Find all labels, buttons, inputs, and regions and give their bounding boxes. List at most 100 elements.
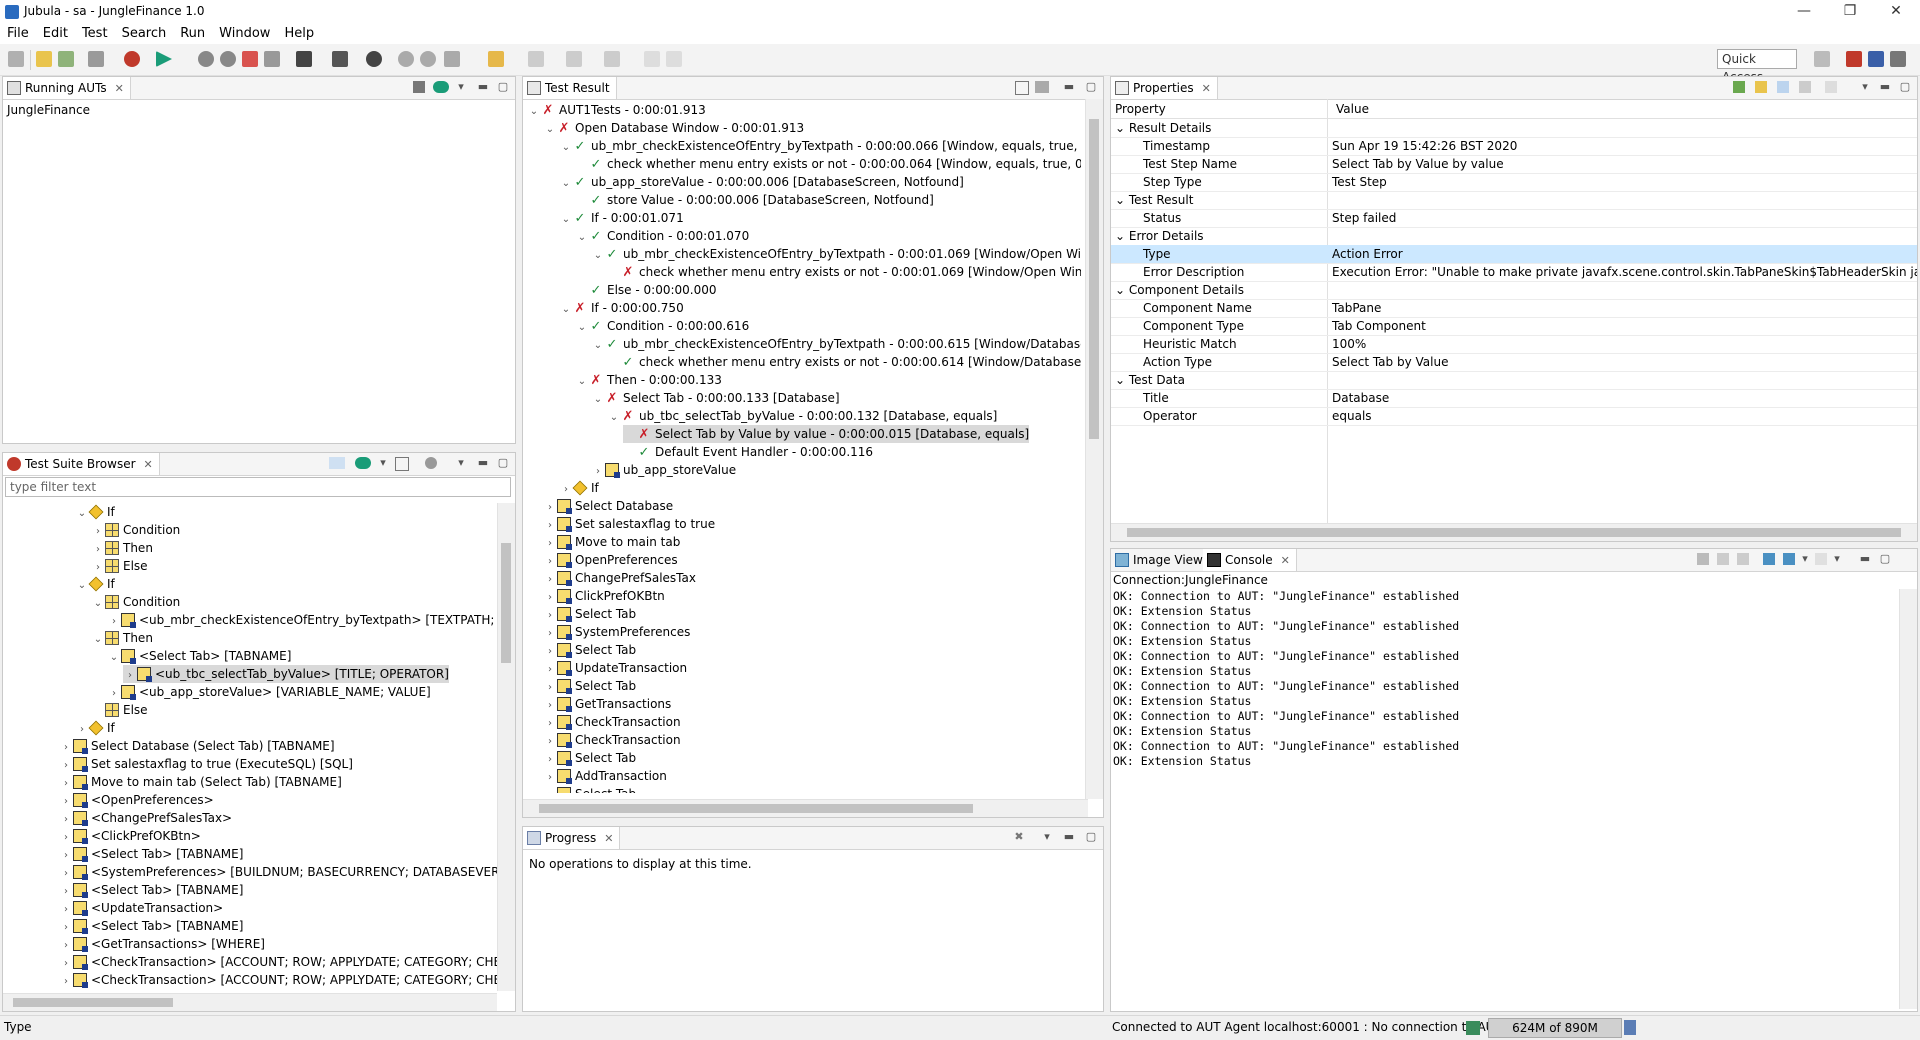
collapse-arrow-icon[interactable]: ⌄ <box>75 505 89 523</box>
tree-row[interactable]: ✗ check whether menu entry exists or not … <box>607 263 1081 281</box>
collapse-all-icon[interactable] <box>1015 81 1029 95</box>
record-icon[interactable] <box>264 51 280 67</box>
open-console-icon[interactable] <box>1815 553 1827 565</box>
quick-access-input[interactable]: Quick Access <box>1717 49 1797 84</box>
tree-row[interactable]: ⌄ ✓ ub_app_storeValue - 0:00:00.006 [Datab… <box>559 173 964 191</box>
scrollbar-thumb[interactable] <box>13 998 173 1007</box>
property-group-row[interactable]: ⌄ Result Details <box>1111 119 1917 138</box>
pin-icon[interactable] <box>1733 81 1745 93</box>
open-perspective-icon[interactable] <box>1814 51 1830 67</box>
filter-icon[interactable] <box>1799 81 1811 93</box>
tree-row[interactable]: › <Select Tab> [TABNAME] <box>59 881 243 899</box>
tree-row[interactable]: ›Select Tab <box>543 605 636 623</box>
minimize-view-icon[interactable]: ▬ <box>1879 81 1891 93</box>
tree-row[interactable]: › <ClickPrefOKBtn> <box>59 827 201 845</box>
property-row[interactable]: Type Action Error <box>1111 245 1917 264</box>
tree-row[interactable]: › CheckTransaction <box>543 731 681 749</box>
minimize-view-icon[interactable]: ▬ <box>1063 81 1075 93</box>
property-row[interactable]: Timestamp Sun Apr 19 15:42:26 BST 2020 <box>1111 137 1917 156</box>
column-header-value[interactable]: Value <box>1336 99 1369 119</box>
tab-test-suite-browser[interactable]: Test Suite Browser ✕ <box>3 453 160 475</box>
tree-row[interactable]: › Move to main tab <box>543 533 680 551</box>
filter-input[interactable]: type filter text <box>5 477 511 497</box>
clear-icon[interactable] <box>242 51 258 67</box>
menu-run[interactable]: Run <box>173 24 212 44</box>
collapse-arrow-icon[interactable]: ⌄ <box>91 595 105 613</box>
minimize-view-icon[interactable]: ▬ <box>1063 831 1075 843</box>
dropdown-icon[interactable]: ▾ <box>1799 553 1811 565</box>
collapse-arrow-icon[interactable]: ⌄ <box>91 631 105 649</box>
search-icon[interactable] <box>444 51 460 67</box>
minimize-view-icon[interactable]: ▬ <box>1859 553 1871 565</box>
property-row[interactable]: Test Step Name Select Tab by Value by val… <box>1111 155 1917 174</box>
tree-row[interactable]: › OpenPreferences <box>543 551 678 569</box>
tree-row[interactable]: › Set salestaxflag to true <box>543 515 715 533</box>
property-row[interactable]: Operator equals <box>1111 407 1917 426</box>
tree-row[interactable]: ⌄ ✗ Open Database Window - 0:00:01.913 <box>543 119 804 137</box>
undo-icon[interactable] <box>644 51 660 67</box>
forward-arrow-icon[interactable] <box>566 51 582 67</box>
close-window-button[interactable]: ✕ <box>1873 0 1919 24</box>
maximize-view-icon[interactable]: ▢ <box>497 81 509 93</box>
menu-file[interactable]: File <box>0 24 36 44</box>
property-row[interactable]: Error Description Execution Error: "Unabl… <box>1111 263 1917 282</box>
collapse-arrow-icon[interactable]: ⌄ <box>543 121 557 139</box>
property-group-row[interactable]: ⌄ Component Details <box>1111 281 1917 300</box>
tab-test-result[interactable]: Test Result <box>523 77 617 99</box>
tree-row[interactable]: ⌄ ✗ Select Tab - 0:00:00.133 [Database] <box>591 389 840 407</box>
tree-row[interactable]: › Then <box>91 539 153 557</box>
next-arrow-icon[interactable] <box>604 51 620 67</box>
minimize-view-icon[interactable]: ▬ <box>477 81 489 93</box>
pin-console-icon[interactable] <box>1763 553 1775 565</box>
tree-row[interactable]: › <CheckTransaction> [ACCOUNT; ROW; APPLY… <box>59 953 497 971</box>
view-menu-icon[interactable]: ▾ <box>455 457 467 469</box>
tree-row[interactable]: › SystemPreferences <box>543 623 690 641</box>
tree-row[interactable]: › ClickPrefOKBtn <box>543 587 665 605</box>
tab-console[interactable]: Console ✕ <box>1203 549 1297 571</box>
tree-row[interactable]: ⌄ ✓ If - 0:00:01.071 <box>559 209 684 227</box>
minimize-button[interactable]: — <box>1781 0 1827 24</box>
view-menu-icon[interactable]: ▾ <box>1859 81 1871 93</box>
property-group-row[interactable]: ⌄ Test Result <box>1111 191 1917 210</box>
vertical-scrollbar[interactable] <box>497 503 515 991</box>
tree-row[interactable]: ⌄ If <box>75 575 115 593</box>
tree-row[interactable]: › <Select Tab> [TABNAME] <box>59 845 243 863</box>
close-icon[interactable]: ✕ <box>1202 82 1211 95</box>
property-row[interactable]: Heuristic Match 100% <box>1111 335 1917 354</box>
edit-icon[interactable] <box>58 51 74 67</box>
tree-row[interactable]: ⌄ Then <box>91 629 153 647</box>
save-icon[interactable] <box>8 51 24 67</box>
tree-row[interactable]: ⌄ ✗ If - 0:00:00.750 <box>559 299 684 317</box>
collapse-arrow-icon[interactable]: ⌄ <box>575 229 589 247</box>
tree-row[interactable]: ›Select Tab <box>543 641 636 659</box>
close-icon[interactable]: ✕ <box>115 82 124 95</box>
tree-row[interactable]: ⌄ <Select Tab> [TABNAME] <box>107 647 291 665</box>
heap-status[interactable]: 624M of 890M <box>1488 1018 1622 1038</box>
report-perspective-icon[interactable] <box>1890 51 1906 67</box>
tree-row[interactable]: › UpdateTransaction <box>543 659 687 677</box>
list-item[interactable]: JungleFinance <box>7 101 90 119</box>
tree-row[interactable]: › <Select Tab> [TABNAME] <box>59 917 243 935</box>
menu-search[interactable]: Search <box>115 24 174 44</box>
property-row[interactable]: Status Step failed <box>1111 209 1917 228</box>
vertical-scrollbar[interactable] <box>1899 589 1917 1009</box>
collapse-all-icon[interactable] <box>395 457 409 471</box>
object-mapping-icon[interactable] <box>296 51 312 67</box>
tree-row[interactable]: ⌄ If <box>75 503 115 521</box>
check-mode-icon[interactable] <box>332 51 348 67</box>
menu-edit[interactable]: Edit <box>36 24 75 44</box>
pause-icon[interactable] <box>198 51 214 67</box>
tree-row[interactable]: ⌄ ✓ Condition - 0:00:00.616 <box>575 317 749 335</box>
scrollbar-thumb[interactable] <box>1089 119 1099 439</box>
property-row[interactable]: Component Type Tab Component <box>1111 317 1917 336</box>
tree-row[interactable]: ›Select Tab <box>543 785 636 793</box>
vertical-scrollbar[interactable] <box>1085 99 1103 799</box>
property-row[interactable]: Action Type Select Tab by Value <box>1111 353 1917 372</box>
tree-row[interactable]: › ChangePrefSalesTax <box>543 569 696 587</box>
tree-row[interactable]: › <ub_mbr_checkExistenceOfEntry_byTextpat… <box>107 611 497 629</box>
layout-icon[interactable] <box>1035 81 1049 93</box>
tree-row[interactable]: › If <box>75 719 115 737</box>
specification-perspective-icon[interactable] <box>1868 51 1884 67</box>
collapse-arrow-icon[interactable]: ⌄ <box>575 373 589 391</box>
tree-row[interactable]: › ub_app_storeValue <box>591 461 736 479</box>
